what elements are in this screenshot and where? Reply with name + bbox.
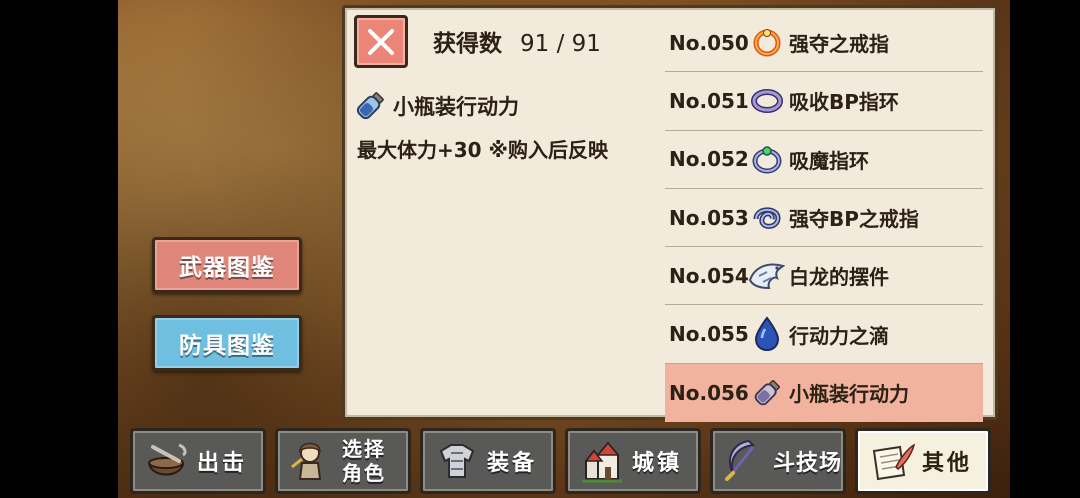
count-label: 获得数 bbox=[433, 31, 502, 57]
nav-select-role-label: 选择 角色 bbox=[342, 437, 386, 485]
item-number: No.055 bbox=[669, 322, 749, 347]
close-icon bbox=[368, 28, 394, 55]
crescent-blade-icon bbox=[717, 435, 769, 487]
nav-sortie-label: 出击 bbox=[197, 451, 248, 476]
item-number: No.052 bbox=[669, 147, 749, 172]
item-number: No.050 bbox=[669, 30, 749, 55]
nav-town-label: 城镇 bbox=[632, 451, 683, 476]
nav-equip-label: 装备 bbox=[487, 451, 538, 476]
detail-title: 小瓶装行动力 bbox=[353, 88, 519, 124]
nav-arena-label: 斗技场 bbox=[773, 451, 843, 476]
purple-ring-icon bbox=[747, 81, 787, 121]
weapon-encyclopedia-button[interactable]: 武器图鉴 bbox=[152, 237, 302, 293]
list-item[interactable]: No.055 行动力之滴 bbox=[665, 305, 983, 364]
gem-ring-icon bbox=[747, 139, 787, 179]
character-icon bbox=[286, 435, 338, 487]
nav-select-role-button[interactable]: 选择 角色 bbox=[275, 428, 411, 494]
item-number: No.054 bbox=[669, 263, 749, 288]
list-item[interactable]: No.054 白龙的摆件 bbox=[665, 247, 983, 306]
close-button[interactable] bbox=[354, 15, 408, 68]
small-bottle-icon bbox=[747, 373, 787, 413]
item-list: No.050 强夺之戒指 No.051 吸收BP指环 No.052 吸魔指环 N… bbox=[665, 14, 983, 423]
nav-other-button[interactable]: 其他 bbox=[855, 428, 991, 494]
nav-other-label: 其他 bbox=[922, 451, 973, 476]
list-item[interactable]: No.050 强夺之戒指 bbox=[665, 14, 983, 73]
item-name: 强夺之戒指 bbox=[789, 32, 889, 57]
item-name: 吸收BP指环 bbox=[789, 90, 899, 115]
white-dragon-icon bbox=[747, 256, 787, 296]
detail-description: 最大体力+30 ※购入后反映 bbox=[357, 138, 608, 162]
nav-town-button[interactable]: 城镇 bbox=[565, 428, 701, 494]
list-item[interactable]: No.052 吸魔指环 bbox=[665, 131, 983, 189]
bottom-navigation: 出击 选择 角色 装备 城镇 斗技场 其他 bbox=[130, 428, 1000, 494]
nav-arena-button[interactable]: 斗技场 bbox=[710, 428, 846, 494]
nav-select-role-line2: 角色 bbox=[342, 461, 386, 485]
nav-equip-button[interactable]: 装备 bbox=[420, 428, 556, 494]
list-item-selected[interactable]: No.056 小瓶装行动力 bbox=[665, 363, 983, 423]
armor-encyclopedia-button[interactable]: 防具图鉴 bbox=[152, 315, 302, 371]
count-value: 91 / 91 bbox=[520, 31, 601, 57]
item-name: 小瓶装行动力 bbox=[789, 382, 909, 407]
twisted-ring-icon bbox=[747, 198, 787, 238]
nav-sortie-button[interactable]: 出击 bbox=[130, 428, 266, 494]
small-bottle-icon bbox=[356, 92, 384, 120]
detail-item-name: 小瓶装行动力 bbox=[393, 95, 519, 119]
obtained-count: 获得数 91 / 91 bbox=[433, 24, 601, 58]
item-encyclopedia-panel: 获得数 91 / 91 小瓶装行动力 最大体力+30 ※购入后反映 No.050 bbox=[342, 5, 998, 423]
item-name: 行动力之滴 bbox=[789, 323, 889, 348]
scroll-feather-icon bbox=[866, 435, 918, 487]
item-name: 白龙的摆件 bbox=[789, 265, 889, 290]
nav-select-role-line1: 选择 bbox=[342, 437, 386, 461]
item-name: 强夺BP之戒指 bbox=[789, 207, 919, 232]
castle-icon bbox=[576, 435, 628, 487]
red-ring-icon bbox=[747, 23, 787, 63]
list-item[interactable]: No.051 吸收BP指环 bbox=[665, 72, 983, 131]
armor-icon bbox=[431, 435, 483, 487]
item-number: No.056 bbox=[669, 380, 749, 405]
item-number: No.051 bbox=[669, 88, 749, 113]
item-name: 吸魔指环 bbox=[789, 148, 869, 173]
game-screen: 武器图鉴 防具图鉴 获得数 91 / 91 小瓶装行动力 最大体力+30 ※购入… bbox=[118, 0, 1010, 498]
list-item[interactable]: No.053 强夺BP之戒指 bbox=[665, 189, 983, 248]
item-number: No.053 bbox=[669, 205, 749, 230]
cooking-pot-icon bbox=[141, 435, 193, 487]
blue-drop-icon bbox=[747, 314, 787, 354]
